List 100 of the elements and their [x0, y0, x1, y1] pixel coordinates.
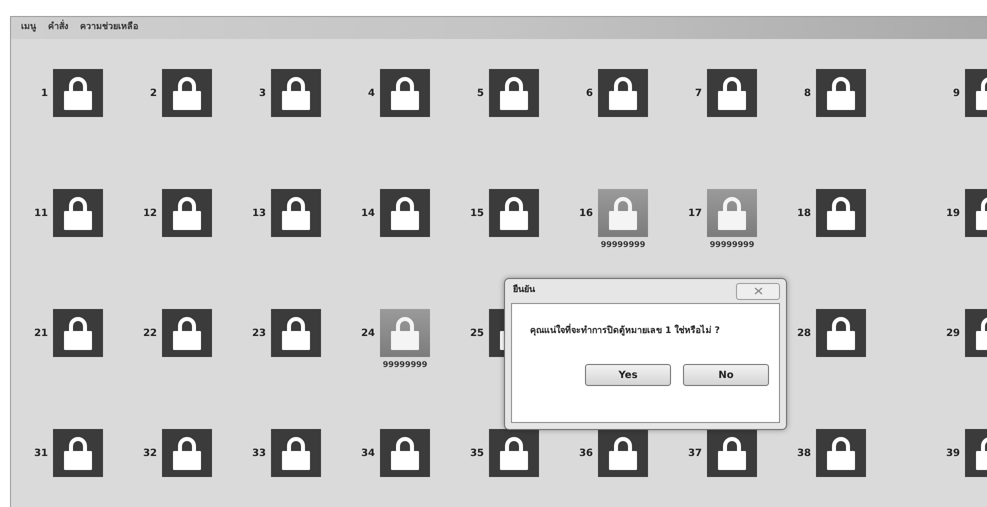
locker-tile[interactable]: [816, 429, 866, 477]
locker-tile[interactable]: [53, 309, 103, 357]
close-icon: [754, 287, 762, 295]
padlock-icon: [716, 196, 748, 230]
locker-tile[interactable]: [53, 189, 103, 237]
locker-number: 28: [797, 326, 811, 340]
locker-number: 17: [688, 206, 702, 220]
padlock-icon: [389, 196, 421, 230]
locker-tile[interactable]: [162, 429, 212, 477]
locker-number: 39: [946, 446, 960, 460]
locker-tile[interactable]: [816, 309, 866, 357]
locker-tile[interactable]: [53, 69, 103, 117]
locker-number: 1: [41, 86, 48, 100]
locker-number: 4: [368, 86, 375, 100]
locker-number: 14: [361, 206, 375, 220]
close-button[interactable]: [736, 282, 780, 300]
padlock-icon: [62, 436, 94, 470]
locker-number: 38: [797, 446, 811, 460]
locker-number: 5: [477, 86, 484, 100]
locker-tile[interactable]: [707, 69, 757, 117]
locker-tile[interactable]: [816, 69, 866, 117]
locker-code: 99999999: [382, 359, 428, 371]
padlock-icon: [62, 76, 94, 110]
locker-number: 34: [361, 446, 375, 460]
locker-tile[interactable]: [380, 189, 430, 237]
padlock-icon: [825, 76, 857, 110]
locker-number: 37: [688, 446, 702, 460]
padlock-icon: [389, 316, 421, 350]
locker-tile[interactable]: [489, 69, 539, 117]
padlock-icon: [62, 316, 94, 350]
padlock-icon: [62, 196, 94, 230]
locker-tile[interactable]: [598, 69, 648, 117]
locker-number: 29: [946, 326, 960, 340]
padlock-icon: [389, 436, 421, 470]
dialog-button[interactable]: No: [683, 364, 769, 386]
padlock-icon: [607, 436, 639, 470]
padlock-icon: [607, 196, 639, 230]
locker-number: 13: [252, 206, 266, 220]
locker-number: 12: [143, 206, 157, 220]
padlock-icon: [607, 76, 639, 110]
locker-tile[interactable]: [271, 69, 321, 117]
locker-number: 36: [579, 446, 593, 460]
locker-code: 99999999: [600, 239, 646, 251]
locker-number: 6: [586, 86, 593, 100]
dialog-title: ยืนยัน: [513, 284, 535, 298]
locker-number: 24: [361, 326, 375, 340]
locker-tile[interactable]: [707, 429, 757, 477]
padlock-icon: [498, 196, 530, 230]
locker-code: 99999999: [708, 239, 756, 251]
locker-tile[interactable]: [271, 429, 321, 477]
menu-item[interactable]: คำสั่ง: [48, 21, 68, 35]
padlock-icon: [716, 76, 748, 110]
dialog-button[interactable]: Yes: [585, 364, 671, 386]
locker-tile[interactable]: [598, 429, 648, 477]
locker-tile[interactable]: [162, 309, 212, 357]
locker-tile[interactable]: [271, 309, 321, 357]
locker-tile[interactable]: [816, 189, 866, 237]
locker-tile[interactable]: [380, 429, 430, 477]
locker-number: 31: [34, 446, 48, 460]
locker-number: 22: [143, 326, 157, 340]
locker-number: 25: [470, 326, 484, 340]
padlock-icon: [280, 436, 312, 470]
padlock-icon: [171, 436, 203, 470]
menu-item[interactable]: เมนู: [21, 21, 36, 35]
padlock-icon: [280, 316, 312, 350]
locker-number: 21: [34, 326, 48, 340]
locker-tile[interactable]: [271, 189, 321, 237]
locker-tile[interactable]: [707, 189, 757, 237]
locker-tile[interactable]: [53, 429, 103, 477]
padlock-icon: [825, 196, 857, 230]
padlock-icon: [825, 316, 857, 350]
locker-number: 3: [259, 86, 266, 100]
padlock-icon: [825, 436, 857, 470]
locker-tile[interactable]: [162, 189, 212, 237]
padlock-icon: [171, 196, 203, 230]
locker-number: 11: [34, 206, 48, 220]
padlock-icon: [389, 76, 421, 110]
locker-number: 8: [804, 86, 811, 100]
locker-number: 32: [143, 446, 157, 460]
padlock-icon: [498, 76, 530, 110]
padlock-icon: [280, 196, 312, 230]
dialog-message: คุณแน่ใจที่จะทำการปิดตู้หมายเลข 1 ใช่หรือไม่ ?: [530, 325, 720, 339]
locker-number: 23: [252, 326, 266, 340]
locker-tile[interactable]: [380, 69, 430, 117]
menu-item[interactable]: ความช่วยเหลือ: [80, 21, 138, 35]
locker-tile[interactable]: [598, 189, 648, 237]
locker-number: 9: [953, 86, 960, 100]
locker-number: 18: [797, 206, 811, 220]
locker-tile[interactable]: [489, 189, 539, 237]
locker-number: 19: [946, 206, 960, 220]
locker-tile[interactable]: [489, 429, 539, 477]
locker-number: 16: [579, 206, 593, 220]
padlock-icon: [280, 76, 312, 110]
locker-number: 33: [252, 446, 266, 460]
locker-tile[interactable]: [380, 309, 430, 357]
locker-number: 15: [470, 206, 484, 220]
locker-number: 2: [150, 86, 157, 100]
padlock-icon: [171, 76, 203, 110]
locker-tile[interactable]: [162, 69, 212, 117]
padlock-icon: [716, 436, 748, 470]
